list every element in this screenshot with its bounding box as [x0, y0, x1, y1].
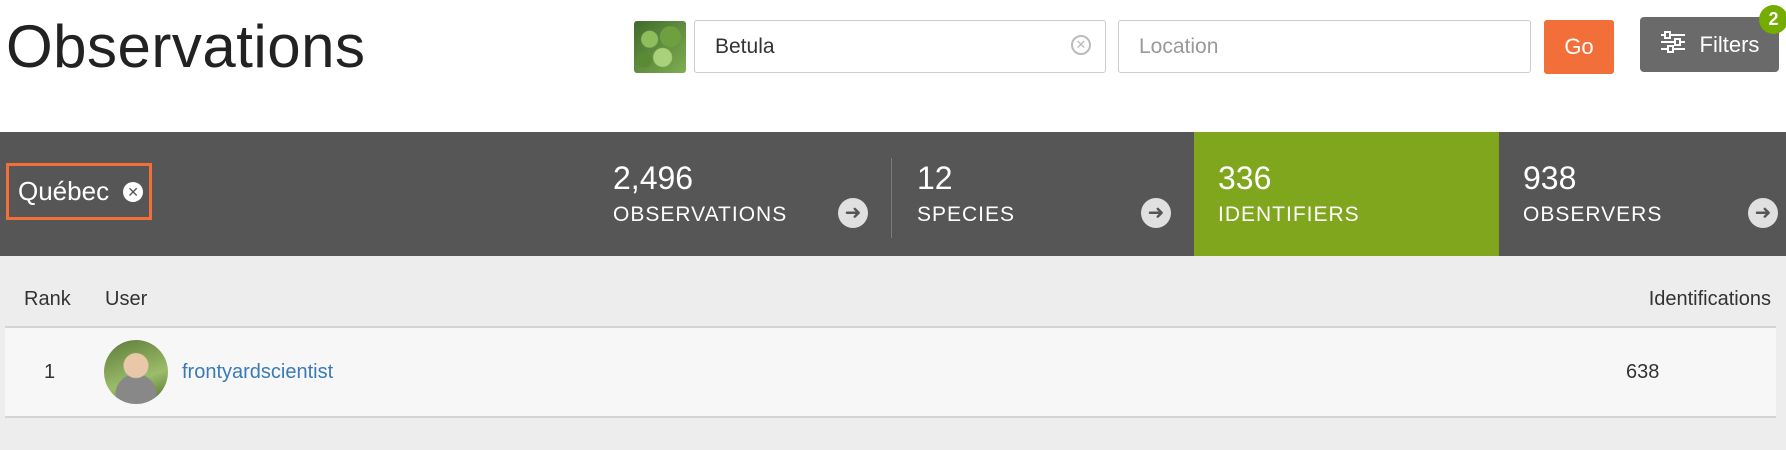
stat-observations[interactable]: 2,496 Observations ➜: [589, 132, 892, 256]
row-identifications: 638: [1626, 361, 1660, 383]
identifiers-count: 336: [1218, 160, 1272, 196]
taxon-search-field[interactable]: ✕: [694, 20, 1106, 73]
observations-count: 2,496: [613, 160, 694, 196]
page-header: Observations ✕ Go Filters 2: [0, 0, 1786, 132]
arrow-right-icon[interactable]: ➜: [1141, 198, 1171, 228]
stat-identifiers[interactable]: 336 Identifiers: [1194, 132, 1499, 256]
stat-species[interactable]: 12 Species ➜: [893, 132, 1195, 256]
identifiers-table: Rank User Identifications 1 frontyardsci…: [0, 256, 1786, 450]
observations-label: Observations: [613, 203, 788, 226]
filters-label: Filters: [1699, 31, 1760, 57]
filters-button[interactable]: Filters 2: [1640, 5, 1786, 72]
species-count: 12: [917, 160, 953, 196]
clear-icon[interactable]: ✕: [1071, 35, 1091, 55]
table-row: 1 frontyardscientist 638: [5, 328, 1776, 418]
taxon-search-input[interactable]: [695, 21, 1105, 72]
stat-observers[interactable]: 938 Observers ➜: [1499, 132, 1786, 256]
observers-label: Observers: [1523, 203, 1663, 226]
table-header: Rank User Identifications: [5, 276, 1776, 328]
observers-count: 938: [1523, 160, 1577, 196]
arrow-right-icon[interactable]: ➜: [1748, 198, 1778, 228]
identifiers-label: Identifiers: [1218, 203, 1360, 226]
place-chip-label: Québec: [18, 176, 110, 206]
user-link[interactable]: frontyardscientist: [182, 361, 333, 384]
user-avatar[interactable]: [104, 340, 168, 404]
page-title: Observations: [6, 13, 366, 80]
arrow-right-icon[interactable]: ➜: [838, 198, 868, 228]
location-input[interactable]: [1119, 21, 1530, 72]
row-rank: 1: [44, 361, 56, 383]
stat-divider: [891, 158, 892, 238]
location-field[interactable]: [1118, 20, 1531, 73]
go-button[interactable]: Go: [1544, 20, 1614, 74]
place-filter-chip[interactable]: Québec ✕: [6, 163, 152, 220]
species-label: Species: [917, 203, 1016, 226]
user-column-header: User: [105, 288, 148, 310]
taxon-thumbnail: [634, 21, 686, 73]
stats-bar: Québec ✕ 2,496 Observations ➜ 12 Species…: [0, 132, 1786, 256]
sliders-icon: [1660, 30, 1686, 59]
rank-column-header: Rank: [24, 288, 71, 310]
identifications-column-header: Identifications: [1648, 288, 1771, 310]
close-icon[interactable]: ✕: [123, 181, 144, 202]
filters-count-badge: 2: [1759, 5, 1786, 34]
